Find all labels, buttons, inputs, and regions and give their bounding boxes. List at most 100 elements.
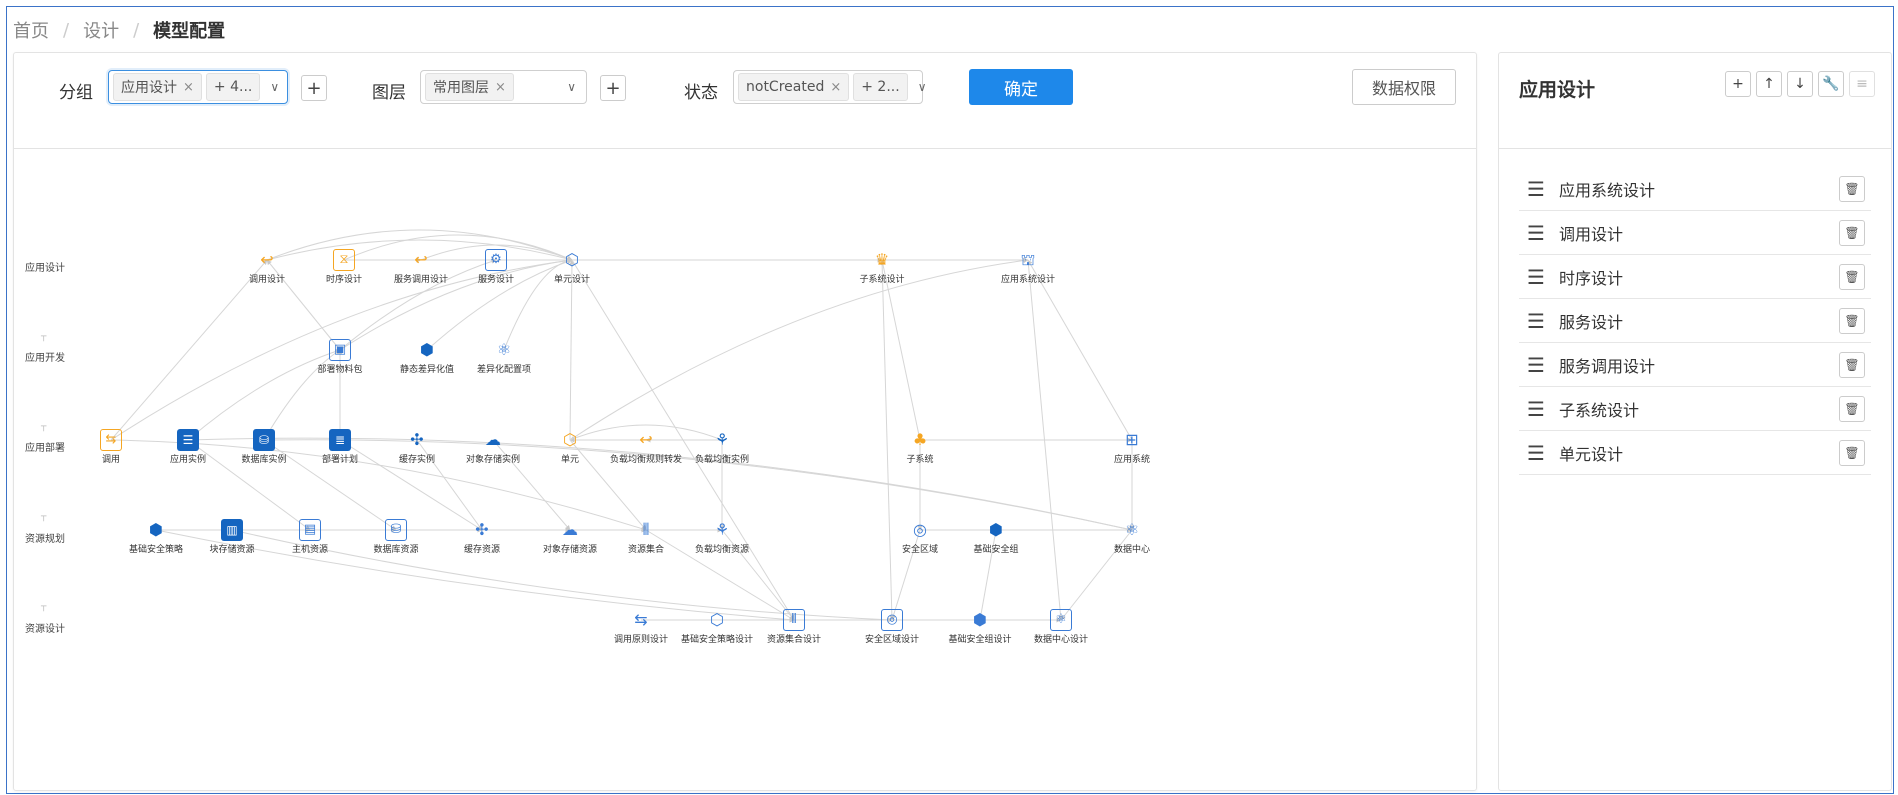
graph-node[interactable]: ⊞ 应用系统 [1087,429,1177,465]
drag-handle-icon[interactable]: ☰ [1527,397,1551,421]
delete-icon[interactable]: 🗑 [1839,175,1865,202]
resource-set-design-icon: ⫴ [783,609,805,631]
state-tag[interactable]: notCreated × [738,73,850,101]
graph-node[interactable]: ⛁ 数据库资源 [351,519,441,555]
cloud-icon: ☁ [485,430,501,449]
unit-hexagon-icon: ⬡ [565,250,579,269]
graph-node[interactable]: ⬡ 单元设计 [527,249,617,285]
cache-resource-icon: ✣ [475,520,489,539]
graph-node[interactable]: ⚛ 数据中心设计 [1016,609,1106,645]
state-more-tag: + 2... [853,73,908,101]
security-policy-design-icon: ⬡ [710,610,724,629]
graph-node[interactable]: ⫴ 资源集合设计 [749,609,839,645]
move-up-icon[interactable]: ↑ [1756,71,1782,97]
layer-select[interactable]: 常用图层 × ∨ [420,70,587,104]
graph-node[interactable]: ⚘ 负载均衡实例 [677,429,767,465]
group-tag[interactable]: 应用设计 × [113,73,202,101]
state-tag-label: notCreated [746,79,825,95]
delete-icon[interactable]: 🗑 [1839,307,1865,334]
drag-handle-icon[interactable]: ☰ [1527,265,1551,289]
list-icon[interactable]: ≡ [1849,71,1875,97]
graph-node[interactable]: ▤ 主机资源 [265,519,355,555]
subsystem-tree-icon: ♣ [912,430,928,449]
drag-handle-icon[interactable]: ☰ [1527,177,1551,201]
chevron-down-icon[interactable]: ∨ [912,80,933,94]
breadcrumb-home[interactable]: 首页 [13,17,49,43]
data-permission-button[interactable]: 数据权限 [1352,69,1456,105]
graph-edge [569,259,575,441]
side-title: 应用设计 [1519,79,1596,101]
filter-toolbar: 分组 应用设计 × + 4... ∨ + 图层 常用图层 × ∨ + 状态 no… [14,53,1476,149]
graph-node[interactable]: ⬢ 基础安全组设计 [935,609,1025,645]
group-label: 分组 [59,83,93,103]
graph-node[interactable]: ⛫ 应用系统设计 [983,249,1073,285]
state-select[interactable]: notCreated × + 2... ∨ [733,70,927,104]
close-icon[interactable]: × [495,80,506,95]
side-list-item[interactable]: ☰ 应用系统设计 🗑 [1519,167,1871,211]
side-list-item-label: 服务设计 [1559,312,1624,332]
chevron-down-icon[interactable]: ∨ [561,80,582,94]
wrench-icon[interactable]: 🔧 [1818,71,1844,97]
graph-node-label: 单元设计 [553,275,590,285]
graph-node-label: 数据库资源 [373,545,419,555]
graph-node[interactable]: ♛ 子系统设计 [837,249,927,285]
drag-handle-icon[interactable]: ☰ [1527,309,1551,333]
graph-node[interactable]: ◎ 安全区域设计 [847,609,937,645]
graph-node[interactable]: ⬢ 基础安全组 [951,519,1041,555]
graph-edge [880,259,921,441]
security-group-icon: ⬢ [989,520,1003,539]
graph-node[interactable]: ✣ 缓存资源 [437,519,527,555]
clock-doc-icon: ⧖ [333,249,355,271]
close-icon[interactable]: × [183,80,194,95]
move-down-icon[interactable]: ↓ [1787,71,1813,97]
confirm-button[interactable]: 确定 [969,69,1073,105]
security-policy-icon: ⬢ [149,520,163,539]
host-icon: ▤ [299,519,321,541]
delete-icon[interactable]: 🗑 [1839,395,1865,422]
add-layer-button[interactable]: + [600,75,626,101]
layer-label: 资源规划 [25,534,65,545]
datacenter-design-icon: ⚛ [1050,609,1072,631]
state-label: 状态 [684,83,718,103]
breadcrumb-current: 模型配置 [153,21,226,42]
side-list-item[interactable]: ☰ 调用设计 🗑 [1519,211,1871,255]
graph-node[interactable]: ⚘ 负载均衡资源 [677,519,767,555]
add-icon[interactable]: + [1725,71,1751,97]
side-list-item[interactable]: ☰ 服务设计 🗑 [1519,299,1871,343]
drag-handle-icon[interactable]: ☰ [1527,441,1551,465]
graph-node[interactable]: ▥ 块存储资源 [187,519,277,555]
side-list-item[interactable]: ☰ 单元设计 🗑 [1519,431,1871,475]
add-group-button[interactable]: + [301,75,327,101]
graph-edges [110,229,1135,623]
side-list-item[interactable]: ☰ 子系统设计 🗑 [1519,387,1871,431]
group-tag-label: 应用设计 [121,80,177,96]
delete-icon[interactable]: 🗑 [1839,219,1865,246]
delete-icon[interactable]: 🗑 [1839,263,1865,290]
drag-handle-icon[interactable]: ☰ [1527,221,1551,245]
stack-icon: ☰ [177,429,199,451]
graph-node[interactable]: ♣ 子系统 [875,429,965,465]
chevron-down-icon[interactable]: ∨ [264,80,285,94]
object-storage-icon: ☁ [562,520,578,539]
side-list-item-label: 时序设计 [1559,268,1624,288]
side-list-item-label: 服务调用设计 [1559,356,1656,376]
graph-node[interactable]: ⚛ 数据中心 [1087,519,1177,555]
close-icon[interactable]: × [830,80,841,95]
drag-handle-icon[interactable]: ☰ [1527,353,1551,377]
graph-node[interactable]: ▣ 部署物料包 [295,339,385,375]
side-list-item-label: 应用系统设计 [1559,180,1656,200]
service-icon: ⚙ [485,249,507,271]
model-graph[interactable]: 应用设计 ┬ 应用开发 ┬ 应用部署 ┬ 资源规划 ┬ 资源设计 ↩ 调用设计 ⧖ 时… [14,149,1476,789]
breadcrumb-design[interactable]: 设计 [83,17,119,43]
group-select[interactable]: 应用设计 × + 4... ∨ [108,70,288,104]
side-list: ☰ 应用系统设计 🗑 ☰ 调用设计 🗑 ☰ 时序设计 🗑 ☰ 服务设计 🗑 ☰ 服务调用设计 🗑 ☰ 子系统设计… [1519,167,1871,475]
graph-node[interactable]: ⚛ 差异化配置项 [459,339,549,375]
group-more-tag: + 4... [205,73,261,101]
side-list-item[interactable]: ☰ 服务调用设计 🗑 [1519,343,1871,387]
delete-icon[interactable]: 🗑 [1839,351,1865,378]
delete-icon[interactable]: 🗑 [1839,439,1865,466]
side-list-item[interactable]: ☰ 时序设计 🗑 [1519,255,1871,299]
layer-tag[interactable]: 常用图层 × [425,73,514,101]
side-header: 应用设计 + ↑ ↓ 🔧 ≡ [1499,53,1891,149]
graph-node-label: 数据中心 [1113,545,1150,555]
